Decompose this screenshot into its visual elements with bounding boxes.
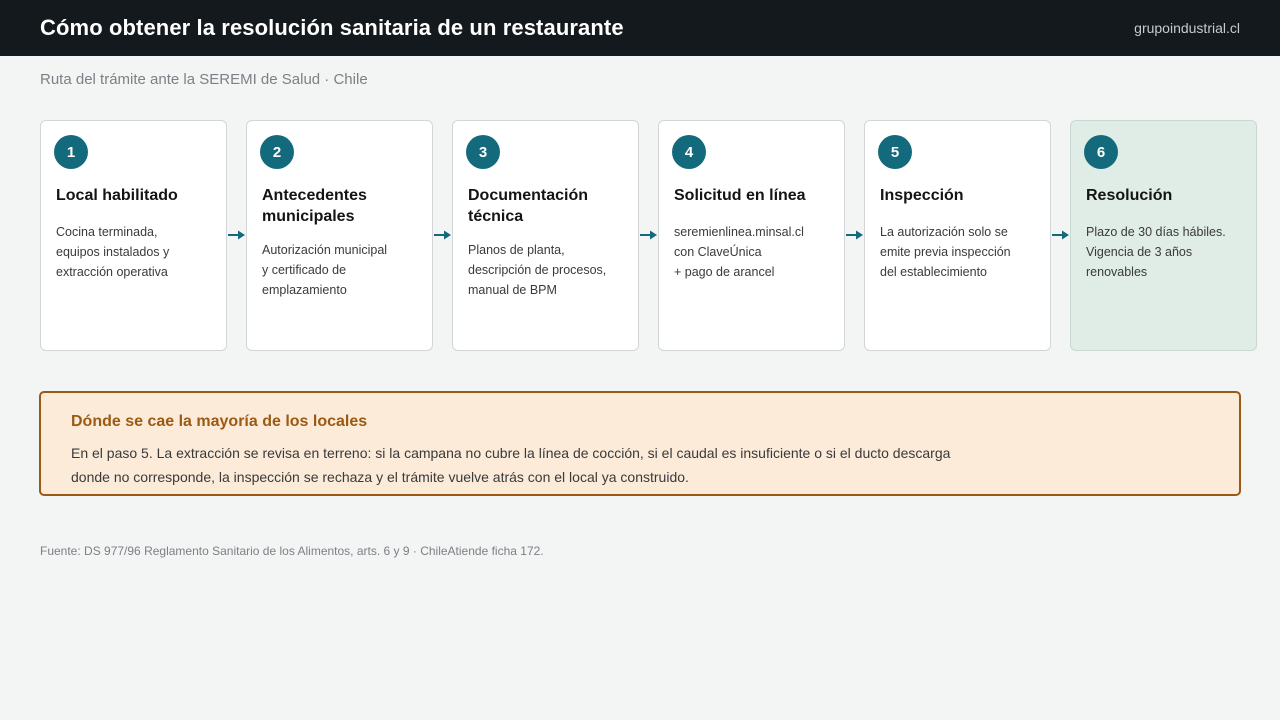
step-number-badge: 2 xyxy=(260,135,294,169)
step-card-2: 2 Antecedentes municipales Autorización … xyxy=(246,120,433,351)
arrow-right-icon xyxy=(434,230,451,240)
step-title: Resolución xyxy=(1086,187,1173,204)
step-title: Documentación técnica xyxy=(468,187,589,225)
arrow-right-icon xyxy=(846,230,863,240)
warning-callout: Dónde se cae la mayoría de los locales E… xyxy=(39,391,1241,496)
page-title: Cómo obtener la resolución sanitaria de … xyxy=(40,15,624,40)
step-title: Solicitud en línea xyxy=(674,187,806,204)
callout-text: En el paso 5. La extracción se revisa en… xyxy=(71,445,951,485)
callout-title: Dónde se cae la mayoría de los locales xyxy=(71,413,368,430)
step-number-badge: 4 xyxy=(672,135,706,169)
brand-label: grupoindustrial.cl xyxy=(1134,20,1240,36)
step-card-4: 4 Solicitud en línea seremienlinea.minsa… xyxy=(658,120,845,351)
step-description: La autorización solo se emite previa ins… xyxy=(880,225,1011,279)
step-number-badge: 1 xyxy=(54,135,88,169)
step-description: Cocina terminada, equipos instalados y e… xyxy=(56,225,170,279)
step-description: Autorización municipal y certificado de … xyxy=(262,243,388,297)
step-title: Local habilitado xyxy=(56,187,178,204)
step-description: Planos de planta, descripción de proceso… xyxy=(468,243,607,297)
process-flow: 1 Local habilitado Cocina terminada, equ… xyxy=(40,120,1257,351)
step-card-5: 5 Inspección La autorización solo se emi… xyxy=(864,120,1051,351)
page-subtitle: Ruta del trámite ante la SEREMI de Salud… xyxy=(40,71,368,88)
step-title: Antecedentes municipales xyxy=(262,187,367,225)
step-title: Inspección xyxy=(880,187,964,204)
step-number-badge: 6 xyxy=(1084,135,1118,169)
step-card-3: 3 Documentación técnica Planos de planta… xyxy=(452,120,639,351)
top-bar: Cómo obtener la resolución sanitaria de … xyxy=(0,0,1280,56)
step-card-1: 1 Local habilitado Cocina terminada, equ… xyxy=(40,120,227,351)
source-footnote: Fuente: DS 977/96 Reglamento Sanitario d… xyxy=(40,544,544,558)
step-number-badge: 3 xyxy=(466,135,500,169)
step-number-badge: 5 xyxy=(878,135,912,169)
arrow-right-icon xyxy=(228,230,245,240)
arrow-right-icon xyxy=(640,230,657,240)
step-description: seremienlinea.minsal.cl con ClaveÚnica +… xyxy=(674,225,804,279)
step-description: Plazo de 30 días hábiles. Vigencia de 3 … xyxy=(1086,225,1226,279)
step-card-6: 6 Resolución Plazo de 30 días hábiles. V… xyxy=(1070,120,1257,351)
arrow-right-icon xyxy=(1052,230,1069,240)
